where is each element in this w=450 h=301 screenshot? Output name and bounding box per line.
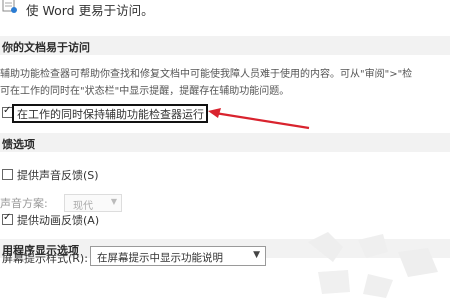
chevron-down-icon: ▼ bbox=[253, 250, 260, 260]
description-line-1: 辅助功能检查器可帮助你查找和修复文档中可能使我障人员难于使用的内容。可从"审阅"… bbox=[0, 69, 413, 80]
sound-scheme-label: 声音方案: bbox=[0, 197, 48, 210]
sound-feedback-checkbox[interactable] bbox=[2, 169, 13, 180]
section-heading: 馈选项 bbox=[2, 138, 35, 151]
page-title: 使 Word 更易于访问。 bbox=[26, 3, 154, 18]
screentip-style-select[interactable]: 在屏幕提示中显示功能说明 ▼ bbox=[90, 246, 266, 266]
watermark-graphic bbox=[308, 232, 438, 298]
animation-feedback-label: 提供动画反馈(A) bbox=[17, 214, 100, 227]
red-arrow-annotation bbox=[208, 108, 310, 130]
section-header-accessible: 你的文档易于访问 bbox=[0, 36, 450, 55]
sound-feedback-label: 提供声音反馈(S) bbox=[17, 169, 99, 182]
description-line-2: 可在工作的同时在"状态栏"中显示提醒，提醒存在辅助功能问题。 bbox=[0, 86, 290, 97]
section-heading: 你的文档易于访问 bbox=[2, 41, 90, 54]
screentip-style-label: 屏幕提示样式(R): bbox=[2, 252, 88, 265]
highlight-annotation-box bbox=[12, 104, 208, 123]
sound-scheme-select: 现代 ▼ bbox=[64, 194, 122, 212]
sound-scheme-value: 现代 bbox=[73, 201, 93, 212]
animation-feedback-checkbox[interactable] bbox=[2, 212, 13, 225]
chevron-down-icon: ▼ bbox=[110, 197, 117, 206]
screentip-style-value: 在屏幕提示中显示功能说明 bbox=[97, 252, 223, 264]
section-header-feedback: 馈选项 bbox=[0, 133, 450, 152]
document-icon bbox=[2, 0, 17, 13]
